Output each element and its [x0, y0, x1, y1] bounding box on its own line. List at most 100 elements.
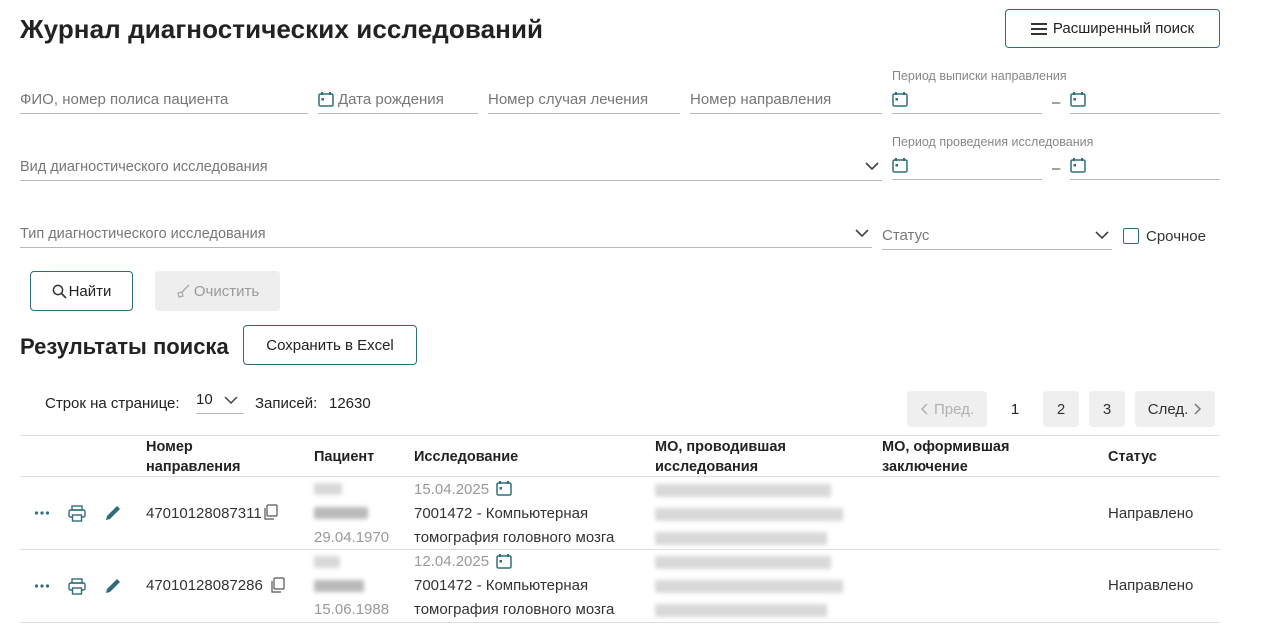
- study-name-line2: томография головного мозга: [414, 601, 615, 618]
- study-kind-select[interactable]: Вид диагностического исследования: [20, 153, 882, 181]
- prev-page-button[interactable]: Пред.: [907, 391, 987, 427]
- study-period-to[interactable]: [1070, 152, 1220, 180]
- header-referral-number[interactable]: Номер направления: [146, 437, 266, 477]
- header-study[interactable]: Исследование: [414, 447, 518, 467]
- edit-icon[interactable]: [104, 577, 122, 595]
- study-period-label: Период проведения исследования: [892, 135, 1094, 149]
- page-button-3[interactable]: 3: [1089, 391, 1125, 427]
- referral-period-from[interactable]: [892, 86, 1042, 114]
- save-excel-button[interactable]: Сохранить в Excel: [243, 325, 417, 365]
- calendar-icon[interactable]: [892, 158, 908, 173]
- copy-icon[interactable]: [270, 577, 286, 593]
- status-value: Направлено: [1108, 577, 1194, 594]
- rows-per-page-select[interactable]: 10: [196, 388, 244, 414]
- fio-placeholder: ФИО, номер полиса пациента: [20, 91, 229, 108]
- referral-number-input[interactable]: Номер направления: [690, 86, 882, 114]
- row-divider: [20, 622, 1220, 623]
- header-mo-conducted[interactable]: МО, проводившая исследования: [655, 437, 835, 477]
- find-button[interactable]: Найти: [30, 271, 133, 311]
- page-button-1[interactable]: 1: [997, 391, 1033, 427]
- table-top-border: [20, 435, 1220, 436]
- range-dash: –: [1052, 160, 1061, 177]
- chevron-right-icon: [1194, 403, 1202, 415]
- fio-input[interactable]: ФИО, номер полиса пациента: [20, 86, 308, 114]
- next-page-label: След.: [1147, 400, 1189, 418]
- calendar-icon[interactable]: [892, 92, 908, 107]
- study-type-placeholder: Тип диагностического исследования: [20, 225, 266, 242]
- clear-button[interactable]: Очистить: [155, 271, 280, 311]
- records-label: Записей:: [255, 395, 318, 412]
- patient-name-blurred: [314, 580, 364, 592]
- find-label: Найти: [68, 282, 112, 300]
- referral-number: 47010128087311: [146, 505, 262, 522]
- birth-date-field[interactable]: Дата рождения: [318, 86, 478, 114]
- calendar-icon: [496, 481, 512, 496]
- print-icon[interactable]: [68, 505, 86, 522]
- page-button-2[interactable]: 2: [1043, 391, 1079, 427]
- more-icon[interactable]: [34, 508, 50, 518]
- mo-conducted-blurred: [655, 508, 843, 521]
- range-dash: –: [1052, 94, 1061, 111]
- prev-page-label: Пред.: [933, 400, 975, 418]
- mo-conducted-blurred: [655, 556, 831, 569]
- records-count: 12630: [329, 395, 371, 412]
- results-title: Результаты поиска: [20, 334, 229, 359]
- calendar-icon[interactable]: [1070, 158, 1086, 173]
- calendar-icon: [496, 554, 512, 569]
- study-period-from[interactable]: [892, 152, 1042, 180]
- copy-icon[interactable]: [263, 504, 279, 520]
- chevron-down-icon: [865, 162, 879, 171]
- case-number-input[interactable]: Номер случая лечения: [488, 86, 680, 114]
- status-placeholder: Статус: [882, 227, 930, 244]
- study-date: 15.04.2025: [414, 481, 490, 498]
- header-mo-conclusion[interactable]: МО, оформившая заключение: [882, 437, 1062, 477]
- advanced-search-button[interactable]: Расширенный поиск: [1005, 9, 1220, 48]
- advanced-search-label: Расширенный поиск: [1052, 20, 1195, 37]
- broom-icon: [177, 284, 190, 298]
- patient-birth-date: 15.06.1988: [314, 601, 390, 618]
- rows-per-page-label: Строк на странице:: [45, 395, 180, 412]
- urgent-label: Срочное: [1146, 228, 1206, 245]
- urgent-checkbox[interactable]: [1123, 228, 1139, 244]
- mo-conducted-blurred: [655, 604, 827, 617]
- clear-label: Очистить: [193, 282, 260, 300]
- referral-period-to[interactable]: [1070, 86, 1220, 114]
- mo-conducted-blurred: [655, 532, 827, 545]
- next-page-button[interactable]: След.: [1135, 391, 1215, 427]
- header-status[interactable]: Статус: [1108, 447, 1157, 467]
- chevron-down-icon: [855, 229, 869, 238]
- header-patient[interactable]: Пациент: [314, 447, 374, 467]
- menu-icon: [1030, 22, 1047, 35]
- study-date: 12.04.2025: [414, 553, 490, 570]
- study-kind-placeholder: Вид диагностического исследования: [20, 158, 268, 175]
- birth-date-placeholder: Дата рождения: [338, 91, 444, 108]
- chevron-down-icon: [224, 396, 238, 405]
- chevron-down-icon: [1095, 231, 1109, 240]
- calendar-icon[interactable]: [318, 92, 334, 107]
- patient-name-blurred: [314, 556, 340, 568]
- status-select[interactable]: Статус: [882, 222, 1112, 250]
- patient-birth-date: 29.04.1970: [314, 529, 390, 546]
- edit-icon[interactable]: [104, 504, 122, 522]
- chevron-left-icon: [920, 403, 928, 415]
- calendar-icon[interactable]: [1070, 92, 1086, 107]
- study-name-line2: томография головного мозга: [414, 529, 615, 546]
- mo-conducted-blurred: [655, 484, 831, 497]
- status-value: Направлено: [1108, 505, 1194, 522]
- mo-conducted-blurred: [655, 580, 843, 593]
- print-icon[interactable]: [68, 578, 86, 595]
- study-name-line1: 7001472 - Компьютерная: [414, 577, 589, 594]
- referral-number: 47010128087286: [146, 577, 263, 594]
- patient-name-blurred: [314, 483, 342, 495]
- study-name-line1: 7001472 - Компьютерная: [414, 505, 589, 522]
- page-title: Журнал диагностических исследований: [20, 14, 544, 44]
- rows-per-page-value: 10: [196, 391, 213, 408]
- more-icon[interactable]: [34, 581, 50, 591]
- study-type-select[interactable]: Тип диагностического исследования: [20, 220, 872, 248]
- referral-number-placeholder: Номер направления: [690, 91, 832, 108]
- save-excel-label: Сохранить в Excel: [266, 336, 394, 354]
- case-number-placeholder: Номер случая лечения: [488, 91, 649, 108]
- referral-period-label: Период выписки направления: [892, 69, 1067, 83]
- search-icon: [52, 284, 67, 299]
- patient-name-blurred: [314, 507, 368, 519]
